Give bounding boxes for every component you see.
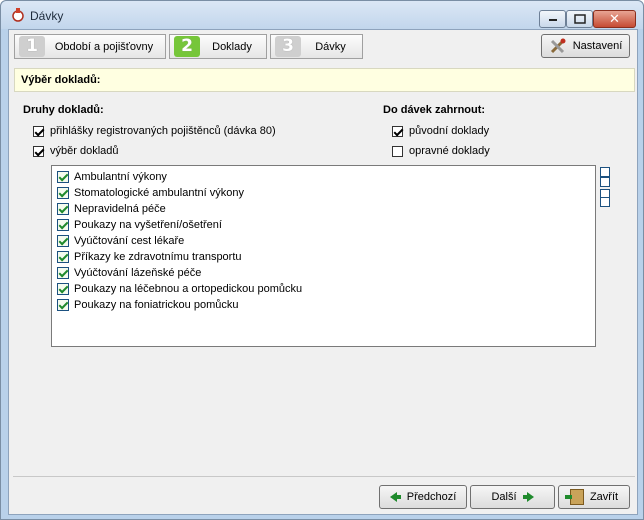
step-label: Dávky <box>315 41 346 53</box>
option-vyber-dokladu[interactable]: výběr dokladů <box>33 145 119 157</box>
list-item-label: Příkazy ke zdravotnímu transportu <box>74 251 242 263</box>
step-tab-1[interactable]: 1 Období a pojišťovny <box>14 34 166 59</box>
uncheck-all-icon[interactable] <box>600 197 610 207</box>
settings-button[interactable]: Nastavení <box>541 34 630 58</box>
window-title: Dávky <box>30 9 64 23</box>
close-icon: ✕ <box>609 11 620 27</box>
checkbox[interactable] <box>33 125 44 137</box>
checkbox[interactable] <box>57 251 69 263</box>
check-all-icon[interactable] <box>600 167 610 177</box>
list-item[interactable]: Stomatologické ambulantní výkony <box>57 185 244 201</box>
app-icon <box>12 8 24 22</box>
close-label: Zavřít <box>589 491 619 503</box>
option-puvodni[interactable]: původní doklady <box>392 125 489 137</box>
arrow-right-icon <box>522 492 534 502</box>
list-item-label: Poukazy na léčebnou a ortopedickou pomůc… <box>74 283 303 295</box>
arrow-left-icon <box>389 492 401 502</box>
checkbox[interactable] <box>57 171 69 183</box>
checkbox[interactable] <box>57 235 69 247</box>
maximize-icon <box>573 14 586 24</box>
list-item[interactable]: Vyúčtování cest lékaře <box>57 233 184 249</box>
document-type-list[interactable]: Ambulantní výkony Stomatologické ambulan… <box>51 165 596 347</box>
list-item[interactable]: Nepravidelná péče <box>57 201 166 217</box>
next-label: Další <box>491 491 517 503</box>
option-label: přihlášky registrovaných pojištěnců (dáv… <box>50 125 276 137</box>
checkbox[interactable] <box>57 299 69 311</box>
previous-button[interactable]: Předchozí <box>379 485 467 509</box>
checkbox[interactable] <box>392 145 403 157</box>
step-tab-3[interactable]: 3 Dávky <box>270 34 363 59</box>
close-button[interactable]: Zavřít <box>558 485 630 509</box>
option-label: výběr dokladů <box>50 145 119 157</box>
list-item-label: Poukazy na vyšetření/ošetření <box>74 219 222 231</box>
minimize-button[interactable] <box>539 10 566 28</box>
tools-icon <box>550 38 566 54</box>
list-item[interactable]: Poukazy na léčebnou a ortopedickou pomůc… <box>57 281 302 297</box>
list-item-label: Nepravidelná péče <box>74 203 166 215</box>
settings-label: Nastavení <box>572 40 623 52</box>
option-prihlasky[interactable]: přihlášky registrovaných pojištěnců (dáv… <box>33 125 276 137</box>
previous-label: Předchozí <box>406 491 457 503</box>
list-item[interactable]: Poukazy na vyšetření/ošetření <box>57 217 222 233</box>
checkbox[interactable] <box>57 219 69 231</box>
divider <box>13 476 635 477</box>
list-item-label: Poukazy na foniatrickou pomůcku <box>74 299 239 311</box>
checkbox[interactable] <box>33 145 44 157</box>
list-item[interactable]: Poukazy na foniatrickou pomůcku <box>57 297 238 313</box>
list-item-label: Vyúčtování lázeňské péče <box>74 267 202 279</box>
list-item[interactable]: Ambulantní výkony <box>57 169 167 185</box>
option-opravne[interactable]: opravné doklady <box>392 145 490 157</box>
checkbox[interactable] <box>392 125 403 137</box>
check-all-icon[interactable] <box>600 177 610 187</box>
option-label: původní doklady <box>409 125 490 137</box>
option-label: opravné doklady <box>409 145 490 157</box>
list-item-label: Vyúčtování cest lékaře <box>74 235 185 247</box>
section-title: Výběr dokladů: <box>21 74 101 86</box>
minimize-icon <box>548 19 557 21</box>
checkbox[interactable] <box>57 187 69 199</box>
maximize-button[interactable] <box>566 10 593 28</box>
step-label: Období a pojišťovny <box>54 41 154 53</box>
druhy-dokladu-title: Druhy dokladů: <box>23 104 104 116</box>
exit-door-icon <box>564 489 584 505</box>
title-bar: Dávky ✕ <box>1 1 643 29</box>
checkbox[interactable] <box>57 203 69 215</box>
list-item-label: Ambulantní výkony <box>74 171 167 183</box>
step-label: Doklady <box>212 41 252 53</box>
do-davek-title: Do dávek zahrnout: <box>383 104 486 116</box>
step-tab-2[interactable]: 2 Doklady <box>169 34 267 59</box>
list-item[interactable]: Vyúčtování lázeňské péče <box>57 265 201 281</box>
list-item-label: Stomatologické ambulantní výkony <box>74 187 244 199</box>
checkbox[interactable] <box>57 267 69 279</box>
next-button[interactable]: Další <box>470 485 555 509</box>
section-header: Výběr dokladů: <box>14 68 635 92</box>
client-area: 1 Období a pojišťovny 2 Doklady 3 Dávky … <box>8 29 638 515</box>
close-window-button[interactable]: ✕ <box>593 10 636 28</box>
davky-window: Dávky ✕ 1 Období a pojišťovny 2 Doklady … <box>0 0 644 520</box>
checkbox[interactable] <box>57 283 69 295</box>
list-item[interactable]: Příkazy ke zdravotnímu transportu <box>57 249 242 265</box>
